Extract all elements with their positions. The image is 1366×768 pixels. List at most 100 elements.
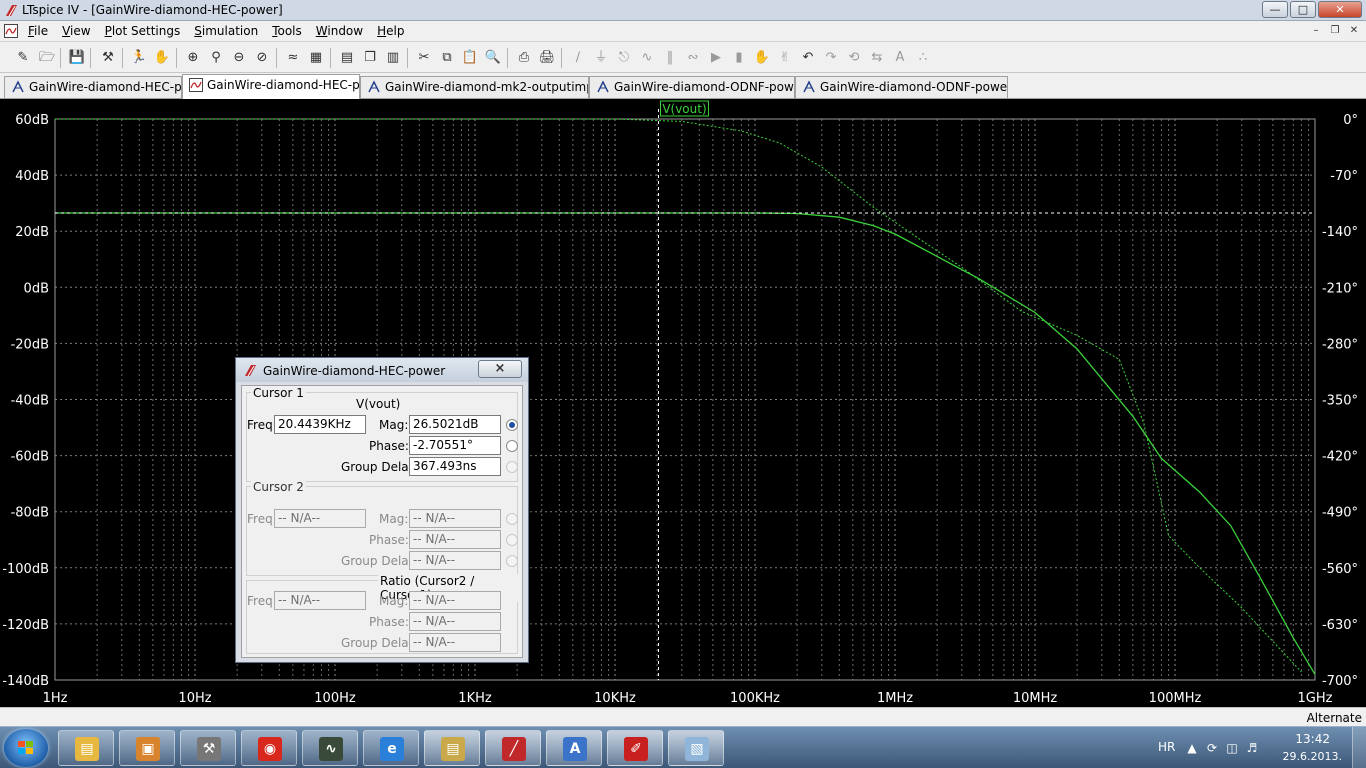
tab-waveform-hec-power[interactable]: GainWire-diamond-HEC-power bbox=[182, 74, 360, 99]
print-icon[interactable]: 🖨 bbox=[538, 49, 556, 67]
cursor2-mag-radio[interactable] bbox=[506, 513, 518, 525]
new-schematic-icon[interactable]: ✎ bbox=[14, 49, 32, 67]
dialog-close-button[interactable]: × bbox=[478, 360, 522, 378]
tab-schematic-mk2-outputimpedance[interactable]: GainWire-diamond-mk2-outputimpedance bbox=[360, 76, 589, 98]
copy-icon[interactable]: ⧉ bbox=[438, 49, 456, 67]
drag-icon[interactable]: ✌ bbox=[776, 49, 794, 67]
text-icon[interactable]: A bbox=[891, 49, 909, 67]
ratio-freq-field[interactable]: -- N/A-- bbox=[274, 591, 366, 610]
show-desktop-button[interactable] bbox=[1352, 727, 1366, 768]
cursor2-phase-radio[interactable] bbox=[506, 534, 518, 546]
taskbar-acrobat-reader[interactable]: ✐ bbox=[607, 730, 663, 766]
language-indicator[interactable]: HR bbox=[1158, 740, 1175, 754]
cursor1-group-delay-field[interactable]: 367.493ns bbox=[409, 457, 501, 476]
taskbar-app-5[interactable]: ∿ bbox=[302, 730, 358, 766]
mdi-close-button[interactable]: ✕ bbox=[1346, 24, 1362, 38]
ratio-mag-field[interactable]: -- N/A-- bbox=[409, 591, 501, 610]
resistor-icon[interactable]: ∿ bbox=[638, 49, 656, 67]
tile-horizontal-icon[interactable]: ▤ bbox=[338, 49, 356, 67]
menu-view[interactable]: View bbox=[62, 24, 90, 38]
clock-time[interactable]: 13:42 bbox=[1295, 732, 1330, 746]
waveform-plot[interactable]: 60dB 40dB 20dB 0dB -20dB -40dB -60dB -80dB -100d… bbox=[0, 99, 1366, 707]
component-icon[interactable]: ▮ bbox=[730, 49, 748, 67]
cursor1-mag-radio[interactable] bbox=[506, 419, 518, 431]
control-panel-icon[interactable]: ⚒ bbox=[99, 49, 117, 67]
ltspice-logo-icon bbox=[245, 365, 256, 377]
ratio-group-delay-field[interactable]: -- N/A-- bbox=[409, 633, 501, 652]
network-icon[interactable]: ◫ bbox=[1224, 740, 1240, 756]
waveform-document-icon[interactable] bbox=[4, 24, 18, 38]
save-icon[interactable]: 💾 bbox=[68, 49, 86, 67]
autorange-icon[interactable]: ≈ bbox=[284, 49, 302, 67]
tab-schematic-odnf-poweramp[interactable]: GainWire-diamond-ODNF-poweramp bbox=[589, 76, 795, 98]
tile-vertical-icon[interactable]: ▥ bbox=[384, 49, 402, 67]
cursor1-mag-field[interactable]: 26.5021dB bbox=[409, 415, 501, 434]
inductor-icon[interactable]: ∾ bbox=[684, 49, 702, 67]
cursor2-phase-field[interactable]: -- N/A-- bbox=[409, 530, 501, 549]
zoom-cancel-icon[interactable]: ⊘ bbox=[253, 49, 271, 67]
taskbar-app-4[interactable]: ◉ bbox=[241, 730, 297, 766]
spice-directive-icon[interactable]: ∴ bbox=[914, 49, 932, 67]
zoom-out-icon[interactable]: ⊖ bbox=[230, 49, 248, 67]
label-icon[interactable]: ⎋ bbox=[615, 49, 633, 67]
paste-icon[interactable]: 📋 bbox=[461, 49, 479, 67]
windows-taskbar: ▤ ▣ ⚒ ◉ ∿ e ▤ ╱ A ✐ ▧ HR ▲ ⟳ ◫ ♬ 13:42 29.6.2013. bbox=[0, 726, 1366, 768]
taskbar-ltspice[interactable]: ╱ bbox=[485, 730, 541, 766]
bode-chart[interactable]: 60dB 40dB 20dB 0dB -20dB -40dB -60dB -80dB -100d… bbox=[0, 99, 1366, 707]
find-icon[interactable]: 🔍 bbox=[484, 49, 502, 67]
cursor2-freq-field[interactable]: -- N/A-- bbox=[274, 509, 366, 528]
cursor1-freq-field[interactable]: 20.4439KHz bbox=[274, 415, 366, 434]
taskbar-app-7[interactable]: ▤ bbox=[424, 730, 480, 766]
undo-icon[interactable]: ↶ bbox=[799, 49, 817, 67]
cursor1-group-delay-radio[interactable] bbox=[506, 461, 518, 473]
cursor2-mag-field[interactable]: -- N/A-- bbox=[409, 509, 501, 528]
mirror-icon[interactable]: ⇆ bbox=[868, 49, 886, 67]
open-icon[interactable]: 🗁 bbox=[38, 49, 56, 67]
menu-simulation[interactable]: Simulation bbox=[194, 24, 258, 38]
maximize-button[interactable]: □ bbox=[1290, 1, 1316, 18]
mdi-restore-button[interactable]: ❐ bbox=[1327, 24, 1343, 38]
menu-plot-settings[interactable]: Plot Settings bbox=[105, 24, 181, 38]
menu-tools[interactable]: Tools bbox=[272, 24, 302, 38]
show-hidden-icons-icon[interactable]: ▲ bbox=[1184, 740, 1200, 756]
cascade-icon[interactable]: ❐ bbox=[361, 49, 379, 67]
clock-date[interactable]: 29.6.2013. bbox=[1283, 750, 1342, 763]
run-icon[interactable]: 🏃 bbox=[130, 49, 148, 67]
menu-window[interactable]: Window bbox=[316, 24, 363, 38]
move-icon[interactable]: ✋ bbox=[753, 49, 771, 67]
rotate-icon[interactable]: ⟲ bbox=[845, 49, 863, 67]
taskbar-windows-explorer[interactable]: ▤ bbox=[58, 730, 114, 766]
volume-icon[interactable]: ♬ bbox=[1244, 740, 1260, 756]
capacitor-icon[interactable]: ‖ bbox=[661, 49, 679, 67]
taskbar-app-2[interactable]: ▣ bbox=[119, 730, 175, 766]
ground-icon[interactable]: ⏚ bbox=[592, 49, 610, 67]
taskbar-internet-explorer[interactable]: e bbox=[363, 730, 419, 766]
wire-icon[interactable]: ∕ bbox=[569, 49, 587, 67]
taskbar-app-9[interactable]: A bbox=[546, 730, 602, 766]
start-button[interactable] bbox=[4, 729, 48, 767]
print-setup-icon[interactable]: ⎙ bbox=[515, 49, 533, 67]
halt-icon[interactable]: ✋ bbox=[153, 49, 171, 67]
menu-help[interactable]: Help bbox=[377, 24, 404, 38]
menu-file[interactable]: File bbox=[28, 24, 48, 38]
cursor1-phase-field[interactable]: -2.70551° bbox=[409, 436, 501, 455]
zoom-in-icon[interactable]: ⊕ bbox=[184, 49, 202, 67]
dialog-title-bar[interactable]: GainWire-diamond-HEC-power × bbox=[236, 358, 528, 382]
cursor1-phase-radio[interactable] bbox=[506, 440, 518, 452]
tab-schematic-hec-power[interactable]: GainWire-diamond-HEC-power bbox=[4, 76, 182, 98]
mdi-minimize-button[interactable]: – bbox=[1308, 24, 1324, 38]
diode-icon[interactable]: ▶ bbox=[707, 49, 725, 67]
taskbar-app-11[interactable]: ▧ bbox=[668, 730, 724, 766]
tab-schematic-odnf-poweramp-2[interactable]: GainWire-diamond-ODNF-poweramp-2 bbox=[795, 76, 1008, 98]
minimize-button[interactable]: — bbox=[1262, 1, 1288, 18]
sync-icon[interactable]: ⟳ bbox=[1204, 740, 1220, 756]
taskbar-app-3[interactable]: ⚒ bbox=[180, 730, 236, 766]
zoom-area-icon[interactable]: ⚲ bbox=[207, 49, 225, 67]
cursor2-group-delay-field[interactable]: -- N/A-- bbox=[409, 551, 501, 570]
close-button[interactable]: ✕ bbox=[1318, 1, 1362, 18]
ratio-phase-field[interactable]: -- N/A-- bbox=[409, 612, 501, 631]
cursor2-group-delay-radio[interactable] bbox=[506, 555, 518, 567]
cut-icon[interactable]: ✂ bbox=[415, 49, 433, 67]
grid-icon[interactable]: ▦ bbox=[307, 49, 325, 67]
redo-icon[interactable]: ↷ bbox=[822, 49, 840, 67]
